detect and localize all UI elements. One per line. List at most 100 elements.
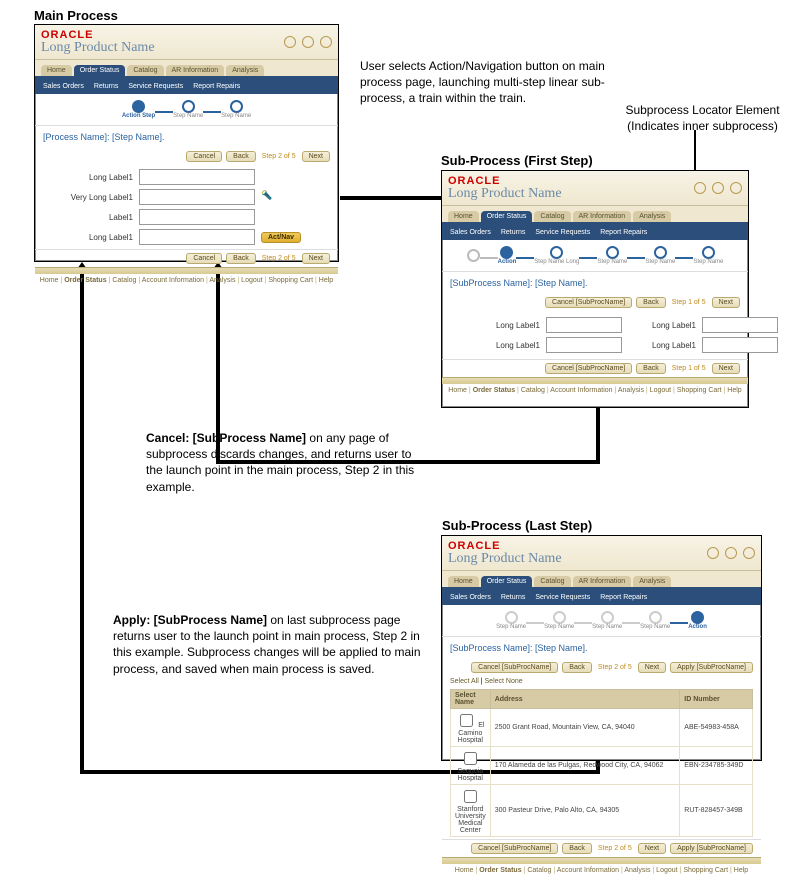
row-checkbox[interactable] — [460, 714, 473, 727]
help-icon[interactable] — [320, 36, 332, 48]
section-title-sub-last: Sub-Process (Last Step) — [442, 518, 592, 533]
back-button[interactable]: Back — [562, 662, 592, 673]
arrow-main-to-sub — [340, 196, 448, 200]
table-header-row: Select Name Address ID Number — [450, 690, 752, 709]
step-indicator: Step 2 of 5 — [596, 664, 634, 671]
next-button[interactable]: Next — [638, 843, 666, 854]
apply-subproc-button[interactable]: Apply [SubProcName] — [670, 662, 753, 673]
next-button[interactable]: Next — [712, 297, 740, 308]
bluebar-item[interactable]: Returns — [94, 83, 119, 90]
cancel-subproc-button[interactable]: Cancel [SubProcName] — [471, 843, 558, 854]
main-bluebar: Sales Orders Returns Service Requests Re… — [35, 78, 338, 94]
text-input[interactable] — [546, 337, 622, 353]
sub-last-window: ORACLELong Product Name Home Order Statu… — [441, 535, 762, 761]
table-row: Sequoia Hospital170 Alameda de las Pulga… — [450, 747, 752, 785]
caption-top-right: User selects Action/Navigation button on… — [360, 58, 620, 107]
select-none-link[interactable]: Select None — [485, 678, 523, 685]
step-indicator: Step 1 of 5 — [670, 365, 708, 372]
logout-icon[interactable] — [284, 36, 296, 48]
cancel-button[interactable]: Cancel — [186, 253, 222, 264]
cart-icon[interactable] — [725, 547, 737, 559]
text-input[interactable] — [139, 169, 255, 185]
next-button[interactable]: Next — [302, 253, 330, 264]
cancel-subproc-button[interactable]: Cancel [SubProcName] — [545, 297, 632, 308]
text-input[interactable] — [546, 317, 622, 333]
row-checkbox[interactable] — [464, 752, 477, 765]
help-icon[interactable] — [743, 547, 755, 559]
tab-order-status[interactable]: Order Status — [74, 65, 126, 76]
back-button[interactable]: Back — [226, 151, 256, 162]
next-button[interactable]: Next — [712, 363, 740, 374]
bluebar-item[interactable]: Report Repairs — [193, 83, 240, 90]
product-text: Long Product Name — [41, 41, 155, 55]
actnav-button[interactable]: Act/Nav — [261, 232, 301, 243]
bluebar-item[interactable]: Service Requests — [128, 83, 183, 90]
back-button[interactable]: Back — [226, 253, 256, 264]
sub-first-train: Action Step Name Long Step Name Step Nam… — [442, 240, 748, 272]
text-input[interactable] — [139, 229, 255, 245]
text-input[interactable] — [702, 317, 778, 333]
field-label: Long Label1 — [43, 173, 133, 182]
section-title-main: Main Process — [34, 8, 118, 23]
logout-icon[interactable] — [694, 182, 706, 194]
sub-last-btnrow-top: Cancel [SubProcName] Back Step 2 of 5 Ne… — [442, 659, 761, 676]
cancel-subproc-button[interactable]: Cancel [SubProcName] — [471, 662, 558, 673]
main-crumb: [Process Name]: [Step Name]. — [35, 126, 338, 148]
back-button[interactable]: Back — [636, 297, 666, 308]
help-icon[interactable] — [730, 182, 742, 194]
main-tabrow: Home Order Status Catalog AR Information… — [35, 60, 338, 78]
bluebar-item[interactable]: Sales Orders — [43, 83, 84, 90]
sub-first-footerlinks: Home | Order Status | Catalog | Account … — [442, 384, 748, 397]
cart-icon[interactable] — [712, 182, 724, 194]
text-input[interactable] — [702, 337, 778, 353]
main-header-links — [284, 36, 332, 48]
caption-apply: Apply: [SubProcess Name] on last subproc… — [113, 612, 428, 677]
sub-last-train: Step Name Step Name Step Name Step Name … — [442, 605, 761, 637]
next-button[interactable]: Next — [302, 151, 330, 162]
cancel-button[interactable]: Cancel — [186, 151, 222, 162]
footerbar — [35, 267, 338, 274]
arrow-sub-apply-v2 — [80, 272, 84, 774]
tab-catalog[interactable]: Catalog — [127, 65, 163, 76]
next-button[interactable]: Next — [638, 662, 666, 673]
flashlight-icon[interactable]: 🔦 — [261, 190, 275, 204]
field-label: Long Label1 — [43, 233, 133, 242]
caption-locator: Subprocess Locator Element (Indicates in… — [620, 102, 785, 134]
main-btnrow-top: Cancel Back Step 2 of 5 Next — [35, 148, 338, 165]
select-bar: Select All | Select None — [442, 676, 761, 687]
main-btnrow-bottom: Cancel Back Step 2 of 5 Next — [35, 249, 338, 267]
sub-last-crumb: [SubProcess Name]: [Step Name]. — [442, 637, 761, 659]
train-node: Action Step — [122, 100, 155, 119]
step-indicator: Step 2 of 5 — [260, 153, 298, 160]
back-button[interactable]: Back — [636, 363, 666, 374]
locator-line1: Subprocess Locator Element — [625, 103, 779, 117]
main-process-window: ORACLE Long Product Name Home Order Stat… — [34, 24, 339, 262]
row-checkbox[interactable] — [464, 790, 477, 803]
field-label: Label1 — [43, 213, 133, 222]
sub-first-btnrow-top: Cancel [SubProcName] Back Step 1 of 5 Ne… — [442, 294, 748, 311]
results-table: Select Name Address ID Number El Camino … — [450, 689, 753, 837]
apply-subproc-button[interactable]: Apply [SubProcName] — [670, 843, 753, 854]
cart-icon[interactable] — [302, 36, 314, 48]
tab-analysis[interactable]: Analysis — [226, 65, 264, 76]
step-indicator: Step 2 of 5 — [596, 845, 634, 852]
arrow-sub-cancel-v — [596, 407, 600, 462]
text-input[interactable] — [139, 209, 255, 225]
main-logo: ORACLE Long Product Name — [41, 30, 155, 55]
text-input[interactable] — [139, 189, 255, 205]
main-header: ORACLE Long Product Name — [35, 25, 338, 60]
tab-ar-info[interactable]: AR Information — [166, 65, 225, 76]
main-form: Long Label1 Very Long Label1🔦 Label1 Lon… — [35, 165, 338, 249]
step-indicator: Step 1 of 5 — [670, 299, 708, 306]
tab-home[interactable]: Home — [41, 65, 72, 76]
cancel-subproc-button[interactable]: Cancel [SubProcName] — [545, 363, 632, 374]
select-all-link[interactable]: Select All — [450, 678, 479, 685]
logout-icon[interactable] — [707, 547, 719, 559]
back-button[interactable]: Back — [562, 843, 592, 854]
main-train: Action Step Step Name Step Name — [35, 94, 338, 126]
sub-first-btnrow-bottom: Cancel [SubProcName] Back Step 1 of 5 Ne… — [442, 359, 748, 377]
brand-text: ORACLE — [41, 30, 155, 41]
main-footerlinks: Home | Order Status | Catalog | Account … — [35, 274, 338, 287]
sub-last-footerlinks: Home | Order Status | Catalog | Account … — [442, 864, 761, 877]
step-indicator: Step 2 of 5 — [260, 255, 298, 262]
